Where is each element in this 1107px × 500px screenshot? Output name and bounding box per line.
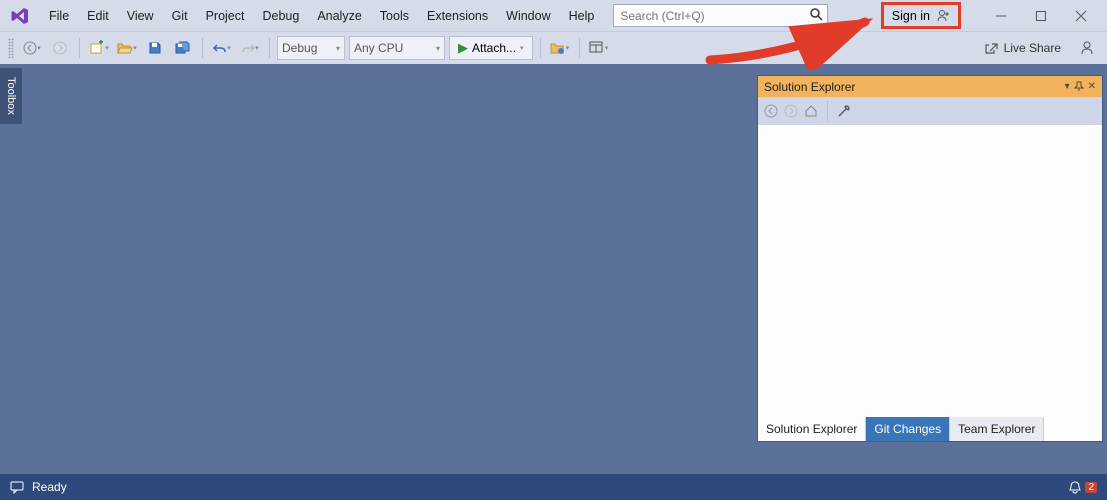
open-button[interactable]: ▾ <box>115 36 139 60</box>
solution-explorer-tree[interactable] <box>758 125 1102 417</box>
solution-explorer-toolbar <box>758 97 1102 125</box>
menu-bar: File Edit View Git Project Debug Analyze… <box>0 0 1107 31</box>
live-share-label: Live Share <box>1004 41 1061 55</box>
attach-label: Attach... <box>472 41 516 55</box>
sign-in-button[interactable]: Sign in <box>881 2 961 29</box>
panel-dropdown-icon[interactable]: ▾ <box>1065 81 1070 92</box>
solution-explorer-tabstrip: Solution Explorer Git Changes Team Explo… <box>758 417 1102 441</box>
tab-solution-explorer[interactable]: Solution Explorer <box>758 417 866 441</box>
standard-toolbar: ▾ ▾ ▾ ▾ ▾ Debug▾ Any CPU▾ ▶ Attach... ▾ … <box>0 31 1107 64</box>
config-value: Debug <box>282 41 317 55</box>
window-layout-button[interactable]: ▾ <box>587 36 611 60</box>
live-share-button[interactable]: Live Share <box>984 41 1061 55</box>
home-icon[interactable] <box>804 104 818 118</box>
window-controls <box>981 2 1101 30</box>
pin-icon[interactable] <box>1074 81 1084 92</box>
toolbar-separator <box>579 38 580 58</box>
platform-value: Any CPU <box>354 41 403 55</box>
config-dropdown[interactable]: Debug▾ <box>277 36 345 60</box>
toolbar-separator <box>79 38 80 58</box>
menu-project[interactable]: Project <box>197 5 254 27</box>
nav-forward-icon[interactable] <box>784 104 798 118</box>
new-project-button[interactable]: ▾ <box>87 36 111 60</box>
undo-button[interactable]: ▾ <box>210 36 234 60</box>
close-button[interactable] <box>1061 2 1101 30</box>
panel-close-icon[interactable]: ✕ <box>1088 81 1096 92</box>
sign-in-label: Sign in <box>892 9 930 23</box>
menu-edit[interactable]: Edit <box>78 5 118 27</box>
maximize-button[interactable] <box>1021 2 1061 30</box>
vs-logo-icon <box>6 2 34 30</box>
menu-extensions[interactable]: Extensions <box>418 5 497 27</box>
search-icon[interactable] <box>809 7 823 21</box>
nav-forward-button[interactable] <box>48 36 72 60</box>
platform-dropdown[interactable]: Any CPU▾ <box>349 36 445 60</box>
save-button[interactable] <box>143 36 167 60</box>
minimize-button[interactable] <box>981 2 1021 30</box>
play-icon: ▶ <box>458 40 468 56</box>
solution-explorer-panel: Solution Explorer ▾ ✕ Solution Explorer … <box>757 75 1103 442</box>
menu-analyze[interactable]: Analyze <box>308 5 370 27</box>
toolbar-grip[interactable] <box>8 38 14 58</box>
nav-back-button[interactable]: ▾ <box>20 36 44 60</box>
menu-debug[interactable]: Debug <box>253 5 308 27</box>
notification-count: 2 <box>1085 482 1097 493</box>
person-add-icon <box>936 9 950 23</box>
menu-window[interactable]: Window <box>497 5 559 27</box>
menu-view[interactable]: View <box>118 5 163 27</box>
redo-button[interactable]: ▾ <box>238 36 262 60</box>
status-bar: Ready 2 <box>0 474 1107 500</box>
toolbox-tab[interactable]: Toolbox <box>0 68 22 124</box>
search-wrap <box>613 4 828 27</box>
attach-button[interactable]: ▶ Attach... ▾ <box>449 36 533 60</box>
feedback-person-icon[interactable] <box>1075 36 1099 60</box>
menu-git[interactable]: Git <box>163 5 197 27</box>
menu-help[interactable]: Help <box>560 5 604 27</box>
menu-tools[interactable]: Tools <box>371 5 418 27</box>
menu-file[interactable]: File <box>40 5 78 27</box>
solution-explorer-titlebar[interactable]: Solution Explorer ▾ ✕ <box>758 76 1102 97</box>
toolbar-separator <box>269 38 270 58</box>
tab-team-explorer[interactable]: Team Explorer <box>950 417 1044 441</box>
solution-explorer-title: Solution Explorer <box>764 80 855 94</box>
search-input[interactable] <box>613 4 828 27</box>
share-icon <box>984 41 998 55</box>
save-all-button[interactable] <box>171 36 195 60</box>
chat-icon[interactable] <box>10 480 24 494</box>
toolbar-separator <box>540 38 541 58</box>
toolbar-separator <box>202 38 203 58</box>
status-ready-label: Ready <box>32 480 67 494</box>
tab-git-changes[interactable]: Git Changes <box>866 417 950 441</box>
nav-back-icon[interactable] <box>764 104 778 118</box>
wrench-icon[interactable] <box>837 104 851 118</box>
folder-sync-button[interactable]: ▾ <box>548 36 572 60</box>
notifications-button[interactable]: 2 <box>1068 480 1097 494</box>
